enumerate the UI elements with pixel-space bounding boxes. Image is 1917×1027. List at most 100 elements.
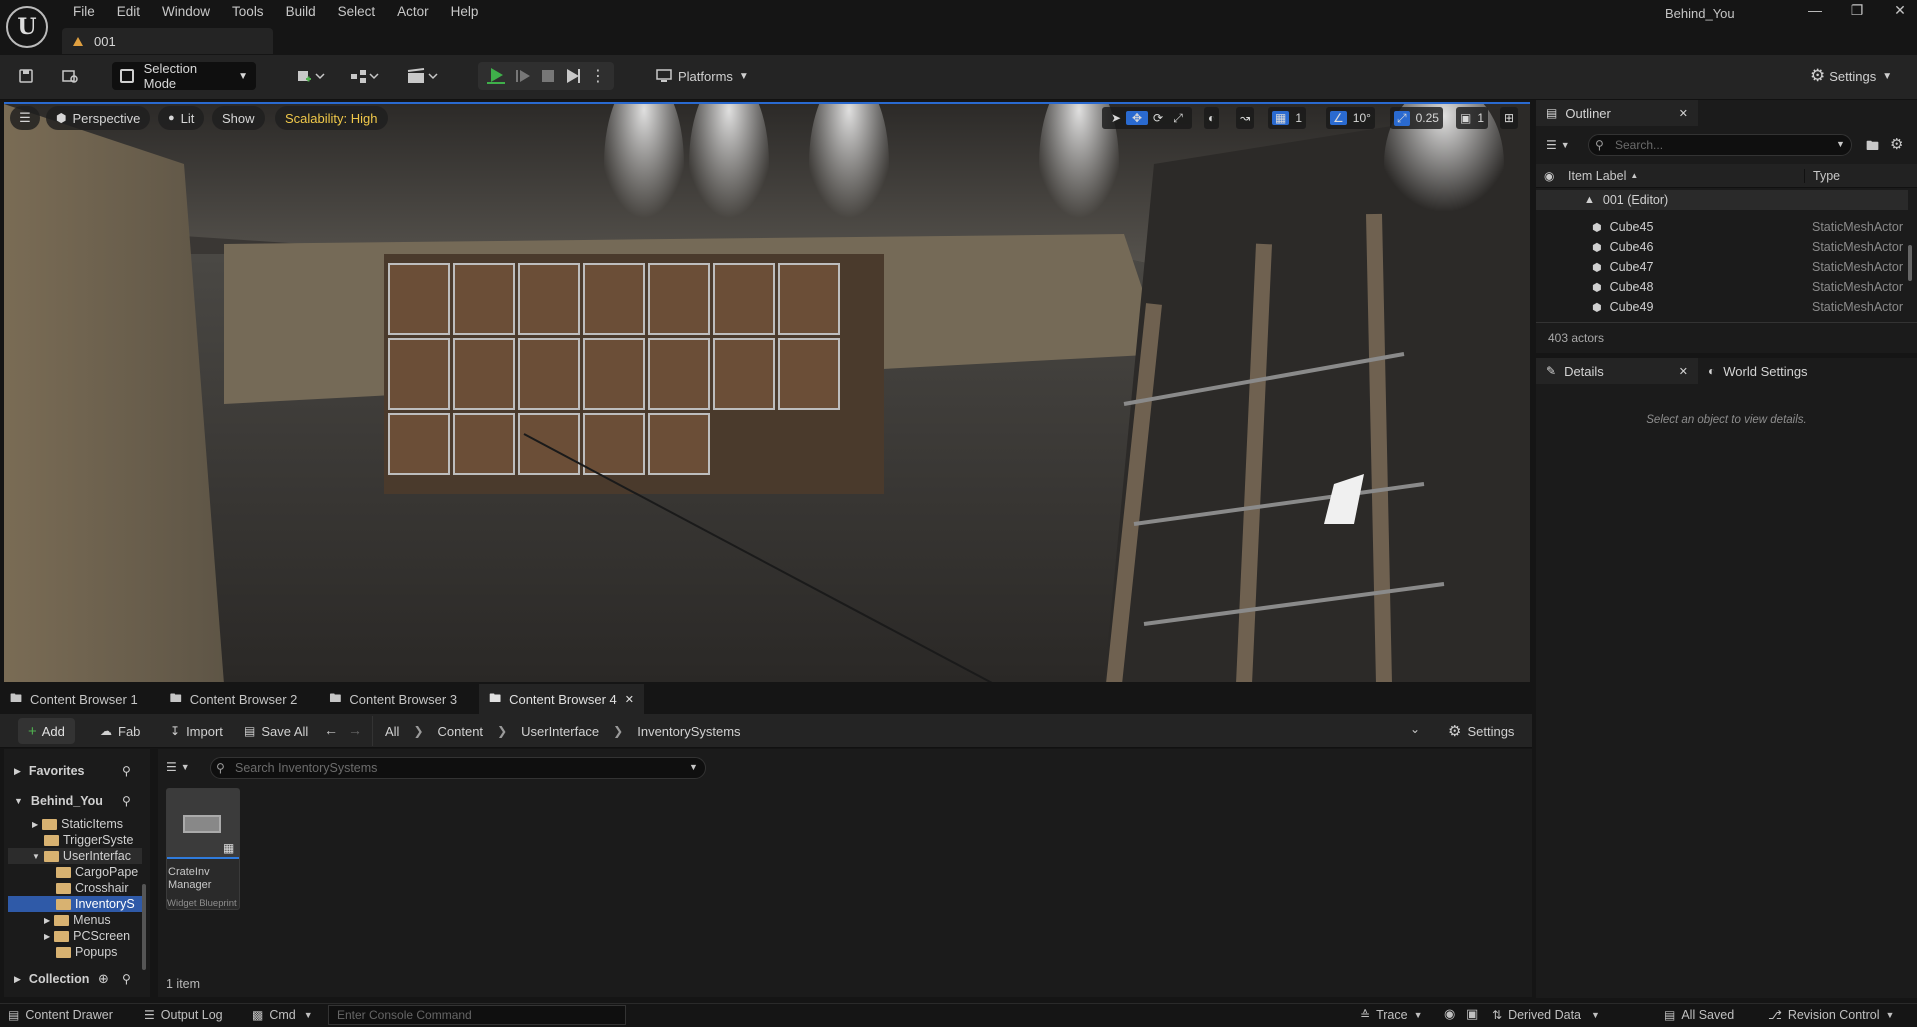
rotation-snap-control[interactable]: ∠ 10° bbox=[1326, 107, 1375, 129]
surface-snapping-toggle[interactable]: ↝ bbox=[1236, 107, 1255, 129]
scale-tool-icon[interactable]: ⤢ bbox=[1168, 111, 1188, 126]
viewport-layout-icon[interactable]: ⊞ bbox=[1500, 107, 1519, 129]
outliner-row[interactable]: ⬢ Cube47 StaticMeshActor bbox=[1536, 257, 1908, 277]
breadcrumb-inventorysystems[interactable]: InventorySystems bbox=[637, 724, 740, 739]
search-icon[interactable]: ⚲ bbox=[122, 794, 131, 808]
selection-mode-dropdown[interactable]: Selection Mode ▼ bbox=[112, 61, 256, 91]
breadcrumb-all[interactable]: All bbox=[385, 724, 399, 739]
close-window-button[interactable]: ✕ bbox=[1878, 2, 1917, 22]
outliner-row[interactable]: ⬢ Cube48 StaticMeshActor bbox=[1536, 277, 1908, 297]
tree-folder[interactable]: Crosshair bbox=[56, 880, 142, 896]
tree-folder-selected[interactable]: InventoryS bbox=[8, 896, 142, 912]
output-log-button[interactable]: ☰ Output Log bbox=[144, 1005, 223, 1025]
gear-icon[interactable]: ⚙ bbox=[1890, 135, 1903, 153]
menu-file[interactable]: File bbox=[62, 0, 106, 24]
menu-edit[interactable]: Edit bbox=[106, 0, 151, 24]
tree-folder[interactable]: ▶ PCScreen bbox=[44, 928, 142, 944]
outliner-scrollbar[interactable] bbox=[1908, 245, 1912, 281]
chevron-down-icon[interactable]: ▼ bbox=[689, 762, 698, 772]
browse-content-icon[interactable] bbox=[58, 62, 82, 90]
derived-data-dropdown[interactable]: ⇅ Derived Data ▼ bbox=[1492, 1005, 1600, 1025]
advance-frame-icon[interactable] bbox=[514, 68, 532, 84]
lit-button[interactable]: ● Lit bbox=[158, 106, 205, 130]
platforms-dropdown[interactable]: Platforms ▼ bbox=[650, 62, 755, 90]
outliner-row[interactable]: ⬢ Cube46 StaticMeshActor bbox=[1536, 237, 1908, 257]
record-icon[interactable]: ◉ bbox=[1444, 1006, 1455, 1022]
scalability-warning[interactable]: Scalability: High bbox=[275, 106, 388, 130]
add-collection-icon[interactable]: ⊕ bbox=[98, 971, 109, 987]
add-actor-button[interactable] bbox=[292, 62, 330, 90]
restore-button[interactable]: ❐ bbox=[1835, 2, 1879, 22]
outliner-row[interactable]: ⬢ Cube49 StaticMeshActor bbox=[1536, 297, 1908, 317]
tree-folder[interactable]: ▶ StaticItems bbox=[32, 816, 142, 832]
scale-snap-control[interactable]: ⤢ 0.25 bbox=[1390, 107, 1443, 129]
show-button[interactable]: Show bbox=[212, 106, 265, 130]
project-section[interactable]: ▼ Behind_You ⚲ bbox=[4, 791, 150, 811]
close-icon[interactable]: ✕ bbox=[625, 693, 634, 706]
tree-scrollbar[interactable] bbox=[142, 884, 146, 970]
tab-content-browser-1[interactable]: 🖿 Content Browser 1 bbox=[0, 684, 148, 714]
content-browser-settings-button[interactable]: ⚙ Settings bbox=[1440, 718, 1522, 744]
outliner-filter-button[interactable]: ☰ ▼ bbox=[1546, 136, 1570, 154]
viewport-menu-icon[interactable]: ☰ bbox=[10, 106, 40, 130]
menu-actor[interactable]: Actor bbox=[386, 0, 440, 24]
add-button[interactable]: + Add bbox=[18, 718, 75, 744]
breadcrumb-userinterface[interactable]: UserInterface bbox=[521, 724, 599, 739]
world-local-toggle[interactable]: ◐ bbox=[1204, 107, 1220, 129]
minimize-button[interactable]: — bbox=[1793, 2, 1837, 22]
grid-snap-control[interactable]: ▦ 1 bbox=[1268, 107, 1307, 129]
cinematics-button[interactable] bbox=[402, 62, 442, 90]
select-tool-icon[interactable]: ➤ bbox=[1106, 111, 1126, 125]
tree-folder[interactable]: Popups bbox=[56, 944, 142, 960]
chevron-down-icon[interactable]: ▼ bbox=[1836, 139, 1845, 149]
tab-content-browser-3[interactable]: 🖿 Content Browser 3 bbox=[319, 684, 467, 714]
unreal-logo[interactable]: U bbox=[6, 6, 48, 48]
asset-search-input[interactable]: Search InventorySystems bbox=[210, 757, 706, 779]
level-tab[interactable]: 001 bbox=[62, 28, 273, 54]
tree-folder[interactable]: TriggerSyste bbox=[44, 832, 142, 848]
tab-content-browser-4[interactable]: 🖿 Content Browser 4 ✕ bbox=[479, 684, 644, 714]
more-options-icon[interactable]: ⋮ bbox=[590, 66, 606, 86]
blueprints-button[interactable] bbox=[344, 62, 384, 90]
favorites-section[interactable]: ▶ Favorites ⚲ bbox=[4, 761, 150, 781]
settings-button[interactable]: ⚙ Settings ▼ bbox=[1810, 62, 1892, 90]
menu-build[interactable]: Build bbox=[275, 0, 327, 24]
menu-tools[interactable]: Tools bbox=[221, 0, 275, 24]
rotate-tool-icon[interactable]: ⟳ bbox=[1148, 111, 1168, 125]
trace-dropdown[interactable]: ≙ Trace ▼ bbox=[1360, 1005, 1422, 1025]
tree-folder[interactable]: CargoPape bbox=[56, 864, 142, 880]
outliner-search-input[interactable]: Search... bbox=[1588, 134, 1852, 156]
all-saved-status[interactable]: ▤ All Saved bbox=[1664, 1005, 1734, 1025]
close-icon[interactable]: ✕ bbox=[1679, 107, 1688, 120]
search-icon[interactable]: ⚲ bbox=[122, 972, 131, 986]
eye-icon[interactable]: ◉ bbox=[1544, 169, 1568, 183]
outliner-row[interactable]: ⬢ Cube45 StaticMeshActor bbox=[1536, 217, 1908, 237]
add-folder-icon[interactable]: 🖿 bbox=[1866, 137, 1879, 159]
outliner-root-row[interactable]: ▲ 001 (Editor) bbox=[1536, 190, 1908, 210]
breadcrumb-content[interactable]: Content bbox=[438, 724, 484, 739]
asset-filter-button[interactable]: ☰ ▼ bbox=[166, 760, 190, 774]
import-button[interactable]: ↧ Import bbox=[162, 718, 231, 744]
camera-speed-control[interactable]: ▣ 1 bbox=[1456, 107, 1489, 129]
outliner-tab[interactable]: ▤ Outliner ✕ bbox=[1536, 100, 1698, 126]
menu-window[interactable]: Window bbox=[151, 0, 221, 24]
col-item-label[interactable]: Item Label bbox=[1568, 169, 1626, 183]
stop-icon[interactable] bbox=[540, 68, 556, 84]
tab-content-browser-2[interactable]: 🖿 Content Browser 2 bbox=[160, 684, 308, 714]
content-drawer-button[interactable]: ▤ Content Drawer bbox=[8, 1005, 113, 1025]
cmd-dropdown[interactable]: ▩ Cmd ▼ bbox=[252, 1005, 313, 1025]
screenshot-icon[interactable]: ▣ bbox=[1466, 1006, 1478, 1022]
collection-section[interactable]: ▶ Collection ⊕ ⚲ bbox=[4, 969, 150, 989]
save-icon[interactable] bbox=[14, 62, 38, 90]
col-type[interactable]: Type bbox=[1804, 168, 1840, 183]
close-icon[interactable]: ✕ bbox=[1679, 365, 1688, 378]
forward-icon[interactable]: → bbox=[348, 722, 362, 738]
back-icon[interactable]: ← bbox=[324, 722, 338, 738]
console-input[interactable]: Enter Console Command bbox=[328, 1005, 626, 1025]
eject-icon[interactable] bbox=[564, 67, 582, 85]
level-viewport[interactable] bbox=[4, 102, 1530, 682]
menu-help[interactable]: Help bbox=[440, 0, 490, 24]
details-tab[interactable]: ✎ Details ✕ bbox=[1536, 358, 1698, 384]
play-icon[interactable] bbox=[486, 67, 506, 85]
move-tool-icon[interactable]: ✥ bbox=[1126, 111, 1148, 125]
